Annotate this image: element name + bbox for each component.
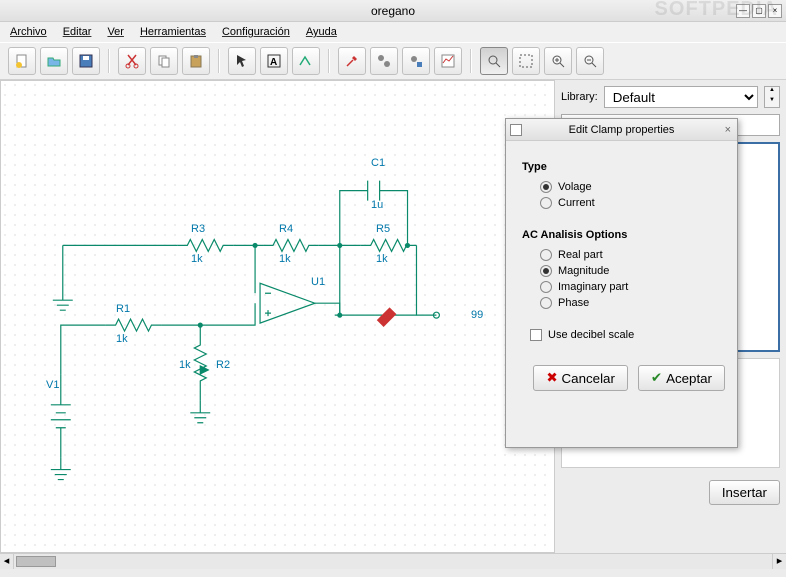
menu-file[interactable]: Archivo xyxy=(10,26,47,38)
label-r5: R5 xyxy=(376,223,390,235)
dialog-icon xyxy=(510,124,522,136)
window-title: oregano xyxy=(371,4,415,18)
toolbar: A xyxy=(0,42,786,80)
sim-plot-button[interactable] xyxy=(434,47,462,75)
text-tool-button[interactable]: A xyxy=(260,47,288,75)
radio-icon xyxy=(540,265,552,277)
type-heading: Type xyxy=(522,161,721,173)
label-r4-val: 1k xyxy=(279,253,291,265)
label-r3: R3 xyxy=(191,223,205,235)
schematic-canvas[interactable]: V1 R1 1k 1k R2 R3 1k R4 1k R5 1k C1 1u U… xyxy=(0,80,555,553)
label-r2-val: 1k xyxy=(179,359,191,371)
label-r1-val: 1k xyxy=(116,333,128,345)
menu-edit[interactable]: Editar xyxy=(63,26,92,38)
label-node-99: 99 xyxy=(471,309,483,321)
dialog-titlebar[interactable]: Edit Clamp properties × xyxy=(506,119,737,141)
open-button[interactable] xyxy=(40,47,68,75)
new-button[interactable] xyxy=(8,47,36,75)
radio-icon xyxy=(540,197,552,209)
cancel-button[interactable]: Cancelar xyxy=(533,365,628,391)
pointer-tool-button[interactable] xyxy=(228,47,256,75)
radio-imaginary[interactable]: Imaginary part xyxy=(522,279,721,295)
radio-magnitude[interactable]: Magnitude xyxy=(522,263,721,279)
label-c1-val: 1u xyxy=(371,199,383,211)
cut-button[interactable] xyxy=(118,47,146,75)
dialog-close-button[interactable]: × xyxy=(725,124,731,136)
close-window-button[interactable]: × xyxy=(768,4,782,18)
radio-current[interactable]: Current xyxy=(522,195,721,211)
wire-tool-button[interactable] xyxy=(292,47,320,75)
checkbox-icon xyxy=(530,329,542,341)
radio-voltage[interactable]: Volage xyxy=(522,179,721,195)
menu-view[interactable]: Ver xyxy=(107,26,124,38)
sim-settings-button[interactable] xyxy=(370,47,398,75)
library-select[interactable]: Default xyxy=(604,86,758,108)
label-r3-val: 1k xyxy=(191,253,203,265)
library-spinner[interactable]: ▲▼ xyxy=(764,86,780,108)
copy-button[interactable] xyxy=(150,47,178,75)
menubar: Archivo Editar Ver Herramientas Configur… xyxy=(0,22,786,42)
menu-config[interactable]: Configuración xyxy=(222,26,290,38)
radio-icon xyxy=(540,181,552,193)
label-r4: R4 xyxy=(279,223,293,235)
cancel-icon xyxy=(546,370,557,386)
svg-text:A: A xyxy=(270,57,277,68)
insert-button[interactable]: Insertar xyxy=(709,480,780,505)
sim-run-button[interactable] xyxy=(402,47,430,75)
dialog-title-text: Edit Clamp properties xyxy=(569,124,675,136)
zoom-in-button[interactable] xyxy=(544,47,572,75)
label-r5-val: 1k xyxy=(376,253,388,265)
titlebar: oregano — ▢ × SOFTPEDIA xyxy=(0,0,786,22)
library-label: Library: xyxy=(561,91,598,103)
menu-help[interactable]: Ayuda xyxy=(306,26,337,38)
radio-icon xyxy=(540,281,552,293)
minimize-button[interactable]: — xyxy=(736,4,750,18)
zoom-fit-button[interactable] xyxy=(512,47,540,75)
menu-tools[interactable]: Herramientas xyxy=(140,26,206,38)
horizontal-scrollbar[interactable]: ◂ ▸ xyxy=(0,553,786,569)
radio-icon xyxy=(540,249,552,261)
decibel-checkbox-row[interactable]: Use decibel scale xyxy=(522,327,721,343)
probe-tool-button[interactable] xyxy=(338,47,366,75)
save-button[interactable] xyxy=(72,47,100,75)
clamp-properties-dialog: Edit Clamp properties × Type Volage Curr… xyxy=(505,118,738,448)
radio-real[interactable]: Real part xyxy=(522,247,721,263)
radio-phase[interactable]: Phase xyxy=(522,295,721,311)
zoom-out-button[interactable] xyxy=(576,47,604,75)
label-u1: U1 xyxy=(311,276,325,288)
accept-button[interactable]: Aceptar xyxy=(638,365,725,391)
radio-icon xyxy=(540,297,552,309)
label-r2: R2 xyxy=(216,359,230,371)
label-c1: C1 xyxy=(371,157,385,169)
schematic-svg xyxy=(1,81,554,534)
paste-button[interactable] xyxy=(182,47,210,75)
accept-icon xyxy=(651,370,662,386)
zoom-region-button[interactable] xyxy=(480,47,508,75)
label-r1: R1 xyxy=(116,303,130,315)
ac-heading: AC Analisis Options xyxy=(522,229,721,241)
maximize-button[interactable]: ▢ xyxy=(752,4,766,18)
label-v1: V1 xyxy=(46,379,59,391)
